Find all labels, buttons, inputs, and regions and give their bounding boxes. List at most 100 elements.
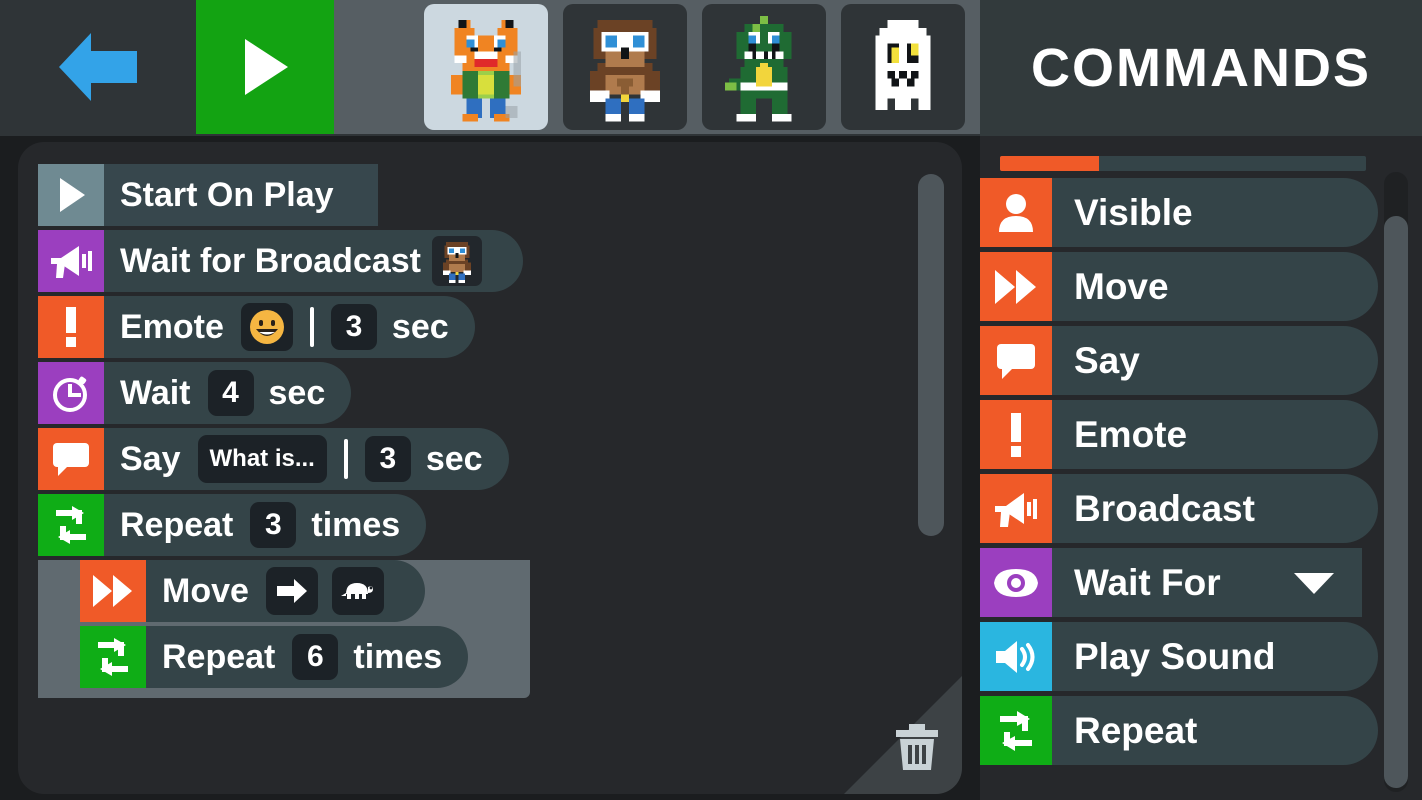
command-item-repeat[interactable]: Repeat bbox=[980, 696, 1378, 765]
actor-tile-dino[interactable] bbox=[702, 4, 826, 130]
person-icon bbox=[999, 193, 1033, 232]
wait-for-dropdown[interactable] bbox=[1292, 570, 1336, 596]
command-icon-slot bbox=[980, 474, 1052, 543]
repeat-inner-count-unit: times bbox=[353, 637, 443, 676]
block-emote[interactable]: Emote 3 sec bbox=[38, 296, 475, 358]
category-indicator-fill bbox=[1000, 156, 1099, 171]
command-label: Say bbox=[1074, 339, 1140, 381]
back-button[interactable] bbox=[0, 0, 196, 134]
speech-bubble-icon bbox=[53, 443, 89, 476]
move-speed-chip[interactable] bbox=[331, 567, 384, 615]
right-arrow-icon bbox=[276, 579, 307, 603]
say-duration-unit: sec bbox=[425, 439, 483, 478]
emote-duration-unit: sec bbox=[391, 307, 449, 346]
script-row: Repeat 3 times bbox=[38, 494, 962, 556]
block-repeat-inner[interactable]: Repeat 6 times bbox=[80, 626, 469, 688]
block-label: Move bbox=[162, 572, 249, 610]
commands-list: Visible Move Say Emote Broadcast Wait Fo… bbox=[980, 178, 1378, 770]
commands-scrollbar-thumb[interactable] bbox=[1384, 216, 1408, 788]
move-direction-chip[interactable] bbox=[265, 567, 318, 615]
say-duration-chip[interactable]: 3 bbox=[364, 436, 411, 482]
turtle-icon bbox=[340, 583, 373, 599]
command-item-wait-for[interactable]: Wait For bbox=[980, 548, 1362, 617]
repeat-inner-count-chip[interactable]: 6 bbox=[292, 634, 339, 680]
fast-forward-icon bbox=[93, 575, 132, 607]
wait-duration-chip[interactable]: 4 bbox=[207, 370, 254, 416]
fox-sprite bbox=[450, 20, 522, 122]
say-text-chip[interactable]: What is... bbox=[197, 435, 327, 483]
broadcast-actor-chip[interactable] bbox=[432, 236, 483, 286]
actor-tile-ghost[interactable] bbox=[841, 4, 965, 130]
script-row-nested: Move bbox=[38, 560, 530, 622]
actor-tile-fox[interactable] bbox=[424, 4, 548, 130]
script-row-nested: Repeat 6 times bbox=[38, 626, 530, 688]
block-label: Say bbox=[120, 440, 181, 478]
command-label: Emote bbox=[1074, 413, 1188, 455]
category-indicator[interactable] bbox=[1000, 156, 1366, 171]
play-triangle-icon bbox=[245, 39, 288, 95]
command-icon-slot bbox=[980, 622, 1052, 691]
emote-emoji-chip[interactable] bbox=[240, 303, 293, 351]
command-icon-slot bbox=[980, 252, 1052, 321]
commands-panel-header: COMMANDS bbox=[980, 0, 1422, 136]
script-row: Wait 4 sec bbox=[38, 362, 962, 424]
command-icon-slot bbox=[980, 326, 1052, 395]
ghost-sprite bbox=[875, 20, 931, 110]
exclamation-icon bbox=[66, 307, 76, 347]
command-label: Play Sound bbox=[1074, 635, 1276, 677]
fast-forward-icon bbox=[995, 269, 1036, 304]
block-icon-slot bbox=[80, 626, 146, 688]
app-root: COMMANDS Start On Play Wait for Broadcas… bbox=[0, 0, 1422, 800]
page-title: COMMANDS bbox=[1031, 38, 1371, 98]
field-separator bbox=[309, 307, 314, 347]
script-workspace[interactable]: Start On Play Wait for Broadcast Emote 3… bbox=[18, 142, 962, 794]
loop-icon bbox=[1000, 710, 1032, 751]
script-row: Wait for Broadcast bbox=[38, 230, 962, 292]
command-item-emote[interactable]: Emote bbox=[980, 400, 1378, 469]
trash-icon bbox=[896, 724, 938, 770]
command-label: Repeat bbox=[1074, 709, 1198, 751]
block-icon-slot bbox=[38, 230, 104, 292]
block-icon-slot bbox=[38, 362, 104, 424]
delete-dropzone[interactable] bbox=[844, 676, 962, 794]
command-item-say[interactable]: Say bbox=[980, 326, 1378, 395]
stopwatch-icon bbox=[53, 376, 87, 412]
play-triangle-icon bbox=[60, 178, 85, 212]
command-icon-slot bbox=[980, 400, 1052, 469]
field-separator bbox=[343, 439, 348, 479]
command-item-broadcast[interactable]: Broadcast bbox=[980, 474, 1378, 543]
command-item-visible[interactable]: Visible bbox=[980, 178, 1378, 247]
script-scrollbar-thumb[interactable] bbox=[918, 174, 944, 536]
loop-icon bbox=[98, 638, 128, 676]
speech-bubble-icon bbox=[997, 343, 1035, 379]
actor-tile-dog[interactable] bbox=[563, 4, 687, 130]
command-label: Wait For bbox=[1074, 561, 1221, 603]
command-item-play-sound[interactable]: Play Sound bbox=[980, 622, 1378, 691]
block-say[interactable]: Say What is... 3 sec bbox=[38, 428, 509, 490]
block-label: Wait bbox=[120, 374, 191, 412]
megaphone-icon bbox=[51, 246, 92, 278]
block-icon-slot bbox=[38, 296, 104, 358]
command-label: Broadcast bbox=[1074, 487, 1255, 529]
block-start-on-play[interactable]: Start On Play bbox=[38, 164, 378, 226]
block-label: Repeat bbox=[120, 506, 234, 544]
left-arrow-icon bbox=[59, 33, 137, 101]
commands-scrollbar[interactable] bbox=[1384, 172, 1408, 792]
block-wait-for-broadcast[interactable]: Wait for Broadcast bbox=[38, 230, 524, 292]
command-icon-slot bbox=[980, 548, 1052, 617]
command-item-move[interactable]: Move bbox=[980, 252, 1378, 321]
block-repeat-outer[interactable]: Repeat 3 times bbox=[38, 494, 427, 556]
block-wait[interactable]: Wait 4 sec bbox=[38, 362, 352, 424]
chevron-down-icon bbox=[1294, 572, 1334, 594]
speaker-icon bbox=[996, 640, 1035, 673]
block-icon-slot bbox=[38, 428, 104, 490]
repeat-count-chip[interactable]: 3 bbox=[250, 502, 297, 548]
play-button[interactable] bbox=[196, 0, 334, 134]
block-label: Start On Play bbox=[120, 176, 334, 214]
block-move[interactable]: Move bbox=[80, 560, 425, 622]
exclamation-icon bbox=[1011, 412, 1021, 457]
repeat-body-container: Move Repeat 6 times bbox=[38, 560, 530, 698]
top-toolbar: COMMANDS bbox=[0, 0, 1422, 136]
repeat-count-unit: times bbox=[311, 505, 401, 544]
emote-duration-chip[interactable]: 3 bbox=[330, 304, 377, 350]
